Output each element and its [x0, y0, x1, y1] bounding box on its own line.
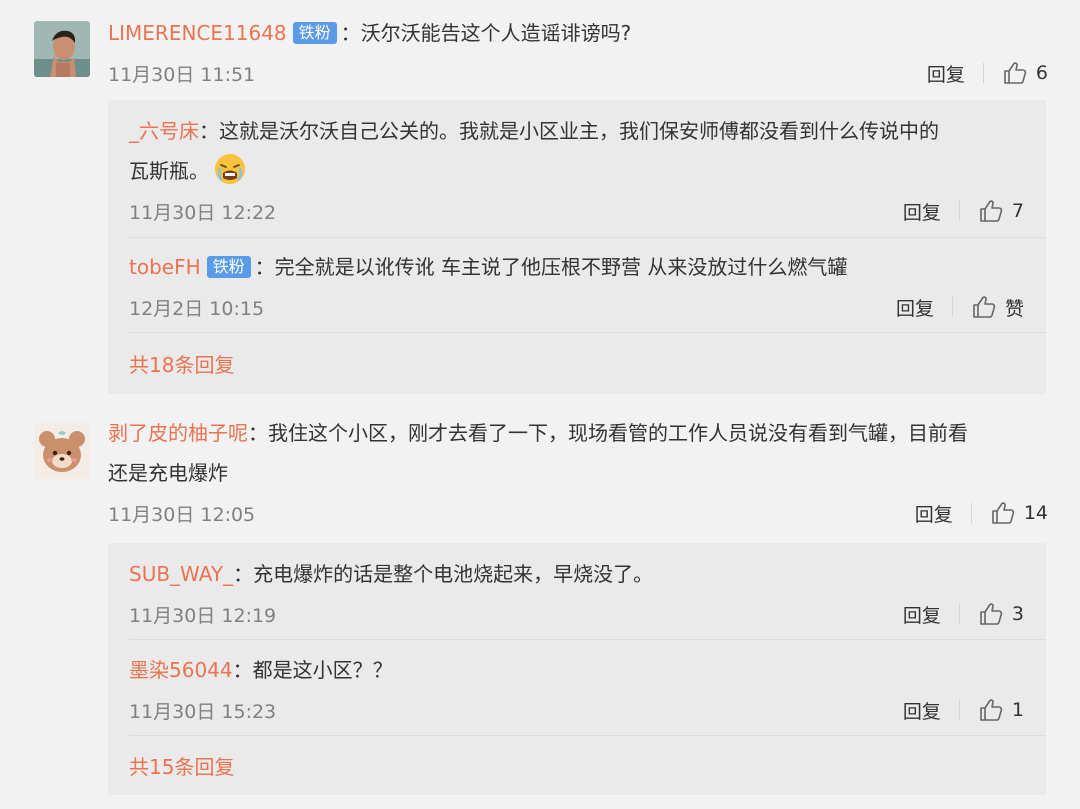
avatar[interactable] — [34, 423, 90, 479]
action-divider — [970, 503, 972, 523]
comment-item: 剥了皮的柚子呢：我住这个小区，刚才去看了一下，现场看管的工作人员说没有看到气罐，… — [0, 395, 1080, 809]
reply-username[interactable]: SUB_WAY_ — [129, 562, 233, 586]
reply-text: ：都是这小区？？ — [232, 658, 393, 682]
like-count[interactable]: 3 — [1012, 603, 1024, 625]
reply-text: ：充电爆炸的话是整个电池烧起来，早烧没了。 — [233, 562, 654, 586]
avatar[interactable] — [34, 21, 90, 77]
reply-list: _六号床：这就是沃尔沃自己公关的。我就是小区业主，我们保安师傅都没看到什么传说中… — [108, 100, 1046, 394]
reply-button[interactable]: 回复 — [903, 198, 941, 225]
like-count[interactable]: 赞 — [1005, 294, 1024, 321]
reply-list: SUB_WAY_：充电爆炸的话是整个电池烧起来，早烧没了。 11月30日 12:… — [108, 543, 1046, 795]
reply-time: 11月30日 12:19 — [129, 604, 277, 627]
comment-time: 11月30日 11:51 — [108, 63, 256, 86]
comment-text-continued: 还是充电爆炸 — [108, 461, 228, 485]
reply-text-continued: 瓦斯瓶。 — [129, 159, 209, 183]
reply-meta: 12月2日 10:15 回复 赞 — [129, 287, 1024, 327]
reply-divider — [129, 332, 1046, 333]
like-count[interactable]: 7 — [1012, 200, 1024, 222]
thumbs-up-icon[interactable] — [990, 500, 1016, 526]
reply-item: _六号床：这就是沃尔沃自己公关的。我就是小区业主，我们保安师傅都没看到什么传说中… — [129, 111, 1024, 231]
like-count[interactable]: 6 — [1036, 62, 1048, 84]
action-divider — [958, 604, 960, 624]
thumbs-up-icon[interactable] — [978, 697, 1004, 723]
reply-button[interactable]: 回复 — [903, 601, 941, 628]
view-all-replies-link[interactable]: 共15条回复 — [129, 752, 234, 782]
fan-badge[interactable]: 铁粉 — [292, 22, 337, 44]
view-all-replies-link[interactable]: 共18条回复 — [129, 350, 234, 380]
reply-item: 墨染56044：都是这小区？？ 11月30日 15:23 回复 1 — [129, 650, 1024, 730]
comment-time: 11月30日 12:05 — [108, 503, 256, 526]
reply-item: SUB_WAY_：充电爆炸的话是整个电池烧起来，早烧没了。 11月30日 12:… — [129, 554, 1024, 634]
thumbs-up-icon[interactable] — [971, 294, 997, 320]
comment-username[interactable]: 剥了皮的柚子呢 — [108, 421, 248, 445]
action-divider — [958, 201, 960, 221]
reply-time: 12月2日 10:15 — [129, 297, 265, 320]
comment-meta: 11月30日 11:51 回复 6 — [108, 53, 1048, 93]
thumbs-up-icon[interactable] — [1002, 60, 1028, 86]
reply-divider — [129, 735, 1046, 736]
reply-button[interactable]: 回复 — [903, 697, 941, 724]
comment-text: ：我住这个小区，刚才去看了一下，现场看管的工作人员说没有看到气罐，目前看 — [248, 421, 968, 445]
like-count[interactable]: 1 — [1012, 699, 1024, 721]
thumbs-up-icon[interactable] — [978, 198, 1004, 224]
reply-username[interactable]: tobeFH — [129, 255, 201, 279]
fan-badge[interactable]: 铁粉 — [206, 256, 251, 278]
reply-button[interactable]: 回复 — [915, 500, 953, 527]
reply-button[interactable]: 回复 — [927, 60, 965, 87]
comment-username[interactable]: LIMERENCE11648 — [108, 21, 287, 45]
reply-text: ：完全就是以讹传讹 车主说了他压根不野营 从来没放过什么燃气罐 — [254, 255, 848, 279]
comment-meta: 11月30日 12:05 回复 14 — [108, 493, 1048, 533]
reply-time: 11月30日 15:23 — [129, 700, 277, 723]
reply-item: tobeFH 铁粉 ：完全就是以讹传讹 车主说了他压根不野营 从来没放过什么燃气罐 … — [129, 247, 1024, 327]
weary-face-emoji-icon — [215, 154, 245, 184]
reply-username[interactable]: 墨染56044 — [129, 658, 233, 682]
reply-meta: 11月30日 12:22 回复 7 — [129, 191, 1024, 231]
action-divider — [951, 297, 953, 317]
reply-time: 11月30日 12:22 — [129, 201, 277, 224]
action-divider — [958, 700, 960, 720]
reply-username[interactable]: _六号床 — [129, 119, 199, 143]
reply-text: ：这就是沃尔沃自己公关的。我就是小区业主，我们保安师傅都没看到什么传说中的 — [199, 119, 939, 143]
like-count[interactable]: 14 — [1024, 502, 1048, 524]
reply-divider — [129, 639, 1046, 640]
comment-item: LIMERENCE11648 铁粉 ：沃尔沃能告这个人造谣诽谤吗? 11月30日 1… — [0, 0, 1080, 395]
comment-text: ：沃尔沃能告这个人造谣诽谤吗? — [340, 21, 632, 45]
reply-divider — [129, 237, 1046, 238]
thumbs-up-icon[interactable] — [978, 601, 1004, 627]
reply-meta: 11月30日 12:19 回复 3 — [129, 594, 1024, 634]
reply-button[interactable]: 回复 — [896, 294, 934, 321]
reply-meta: 11月30日 15:23 回复 1 — [129, 690, 1024, 730]
action-divider — [982, 63, 984, 83]
